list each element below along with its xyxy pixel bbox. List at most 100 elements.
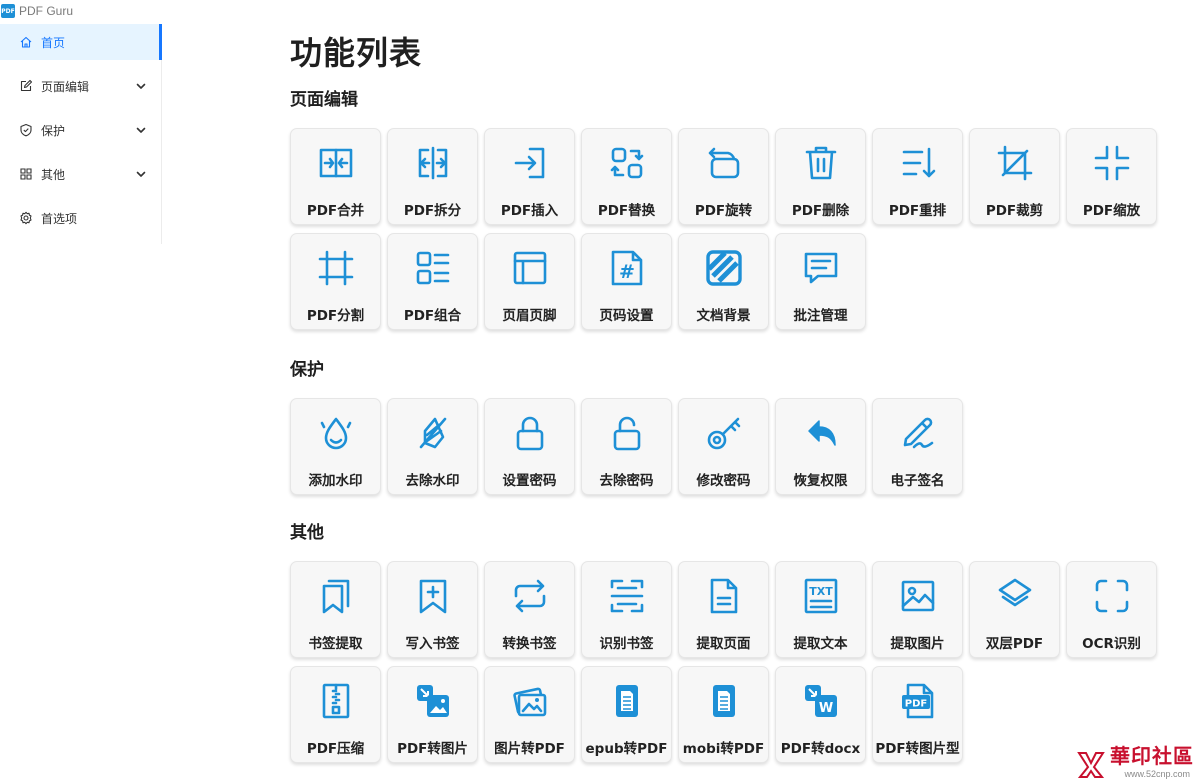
- feature-card-convert[interactable]: 转换书签: [484, 561, 575, 658]
- txt-icon: TXT: [799, 574, 843, 618]
- feature-card-rotate[interactable]: PDF旋转: [678, 128, 769, 225]
- svg-text:W: W: [818, 701, 832, 716]
- feature-card-drop-off[interactable]: 去除水印: [387, 398, 478, 495]
- layout-icon: [411, 246, 455, 290]
- feature-card-pdf-file[interactable]: PDF PDF转图片型: [872, 666, 963, 763]
- layers-icon: [993, 574, 1037, 618]
- feature-card-pdf-to-image[interactable]: PDF转图片: [387, 666, 478, 763]
- trash-icon: [799, 141, 843, 185]
- image-icon: [896, 574, 940, 618]
- feature-card-reorder[interactable]: PDF重排: [872, 128, 963, 225]
- watermark-logo-icon: [1077, 752, 1105, 778]
- document-icon: [702, 574, 746, 618]
- page-title: 功能列表: [290, 34, 423, 72]
- drop-off-icon: [411, 411, 455, 455]
- feature-card-label: 写入书签: [405, 636, 460, 652]
- feature-card-crop[interactable]: PDF裁剪: [969, 128, 1060, 225]
- feature-card-label: PDF转docx: [780, 741, 861, 757]
- feature-card-replace[interactable]: PDF替换: [581, 128, 672, 225]
- feature-card-label: OCR识别: [1082, 636, 1141, 652]
- feature-card-undo[interactable]: 恢复权限: [775, 398, 866, 495]
- feature-card-label: 恢复权限: [793, 473, 848, 489]
- feature-card-merge[interactable]: PDF合并: [290, 128, 381, 225]
- feature-card-bookmarks[interactable]: 书签提取: [290, 561, 381, 658]
- sidebar-item-label: 首选项: [41, 211, 78, 226]
- split-icon: [411, 141, 455, 185]
- feature-card-lock[interactable]: 设置密码: [484, 398, 575, 495]
- feature-card-bookmark-add[interactable]: 写入书签: [387, 561, 478, 658]
- comment-icon: [799, 246, 843, 290]
- feature-card-layers[interactable]: 双层PDF: [969, 561, 1060, 658]
- page-edit-grid: PDF合并 PDF拆分 PDF插入 PDF替换 PDF旋转 PDF删除 PDF重排 PDF裁剪…: [290, 128, 1190, 330]
- sidebar-item-0[interactable]: 首页: [0, 24, 162, 60]
- feature-card-scan[interactable]: 识别书签: [581, 561, 672, 658]
- feature-card-signature[interactable]: 电子签名: [872, 398, 963, 495]
- feature-card-trash[interactable]: PDF删除: [775, 128, 866, 225]
- shield-icon: [19, 123, 33, 137]
- reorder-icon: [896, 141, 940, 185]
- feature-card-label: PDF分割: [306, 308, 365, 324]
- sidebar-item-3[interactable]: 其他: [0, 156, 161, 192]
- feature-card-images[interactable]: 图片转PDF: [484, 666, 575, 763]
- site-watermark: 華印社區 www.52cnp.com: [1076, 740, 1194, 779]
- feature-card-label: mobi转PDF: [682, 741, 765, 757]
- sidebar-item-2[interactable]: 保护: [0, 112, 161, 148]
- feature-card-epub[interactable]: epub转PDF: [581, 666, 672, 763]
- chevron-down-icon: [135, 124, 147, 136]
- mobi-icon: [702, 679, 746, 723]
- feature-card-insert[interactable]: PDF插入: [484, 128, 575, 225]
- background-icon: [702, 246, 746, 290]
- ocr-icon: [1090, 574, 1134, 618]
- feature-card-key[interactable]: 修改密码: [678, 398, 769, 495]
- feature-card-drop[interactable]: 添加水印: [290, 398, 381, 495]
- sidebar: 首页页面编辑保护其他首选项: [0, 24, 162, 244]
- feature-card-unlock[interactable]: 去除密码: [581, 398, 672, 495]
- feature-card-label: 修改密码: [696, 473, 751, 489]
- svg-text:TXT: TXT: [809, 585, 833, 598]
- feature-card-page-number[interactable]: # 页码设置: [581, 233, 672, 330]
- feature-card-pdf-to-word[interactable]: W PDF转docx: [775, 666, 866, 763]
- rotate-icon: [702, 141, 746, 185]
- feature-card-image[interactable]: 提取图片: [872, 561, 963, 658]
- feature-card-mobi[interactable]: mobi转PDF: [678, 666, 769, 763]
- feature-card-label: 去除水印: [405, 473, 460, 489]
- sidebar-item-1[interactable]: 页面编辑: [0, 68, 161, 104]
- feature-card-label: 批注管理: [793, 308, 848, 324]
- page-number-icon: #: [605, 246, 649, 290]
- key-icon: [702, 411, 746, 455]
- chevron-down-icon: [135, 80, 147, 92]
- svg-text:PDF: PDF: [904, 699, 926, 710]
- feature-card-label: PDF重排: [888, 203, 947, 219]
- feature-card-background[interactable]: 文档背景: [678, 233, 769, 330]
- feature-card-ocr[interactable]: OCR识别: [1066, 561, 1157, 658]
- frame-icon: [314, 246, 358, 290]
- feature-card-label: 页眉页脚: [502, 308, 557, 324]
- section-title-other: 其他: [290, 523, 324, 543]
- feature-card-label: 提取图片: [890, 636, 945, 652]
- watermark-text: 華印社區: [1110, 744, 1194, 768]
- feature-card-shrink[interactable]: PDF缩放: [1066, 128, 1157, 225]
- sidebar-item-label: 页面编辑: [41, 79, 90, 94]
- feature-card-layout[interactable]: PDF组合: [387, 233, 478, 330]
- feature-card-label: 页码设置: [599, 308, 654, 324]
- shrink-icon: [1090, 141, 1134, 185]
- feature-card-label: PDF转图片: [397, 741, 468, 757]
- feature-card-label: 转换书签: [502, 636, 557, 652]
- feature-card-split[interactable]: PDF拆分: [387, 128, 478, 225]
- sidebar-item-4[interactable]: 首选项: [0, 200, 161, 236]
- feature-card-label: PDF删除: [791, 203, 850, 219]
- app-logo: PDF: [1, 4, 15, 18]
- feature-card-label: PDF缩放: [1082, 203, 1141, 219]
- feature-card-comment[interactable]: 批注管理: [775, 233, 866, 330]
- sidebar-item-label: 保护: [41, 123, 66, 138]
- feature-card-frame[interactable]: PDF分割: [290, 233, 381, 330]
- feature-card-txt[interactable]: TXT 提取文本: [775, 561, 866, 658]
- feature-card-zip[interactable]: PDF压缩: [290, 666, 381, 763]
- bookmark-add-icon: [411, 574, 455, 618]
- feature-card-document[interactable]: 提取页面: [678, 561, 769, 658]
- edit-icon: [19, 79, 33, 93]
- signature-icon: [896, 411, 940, 455]
- feature-card-header-footer[interactable]: 页眉页脚: [484, 233, 575, 330]
- feature-card-label: 提取页面: [696, 636, 751, 652]
- feature-card-label: 去除密码: [599, 473, 654, 489]
